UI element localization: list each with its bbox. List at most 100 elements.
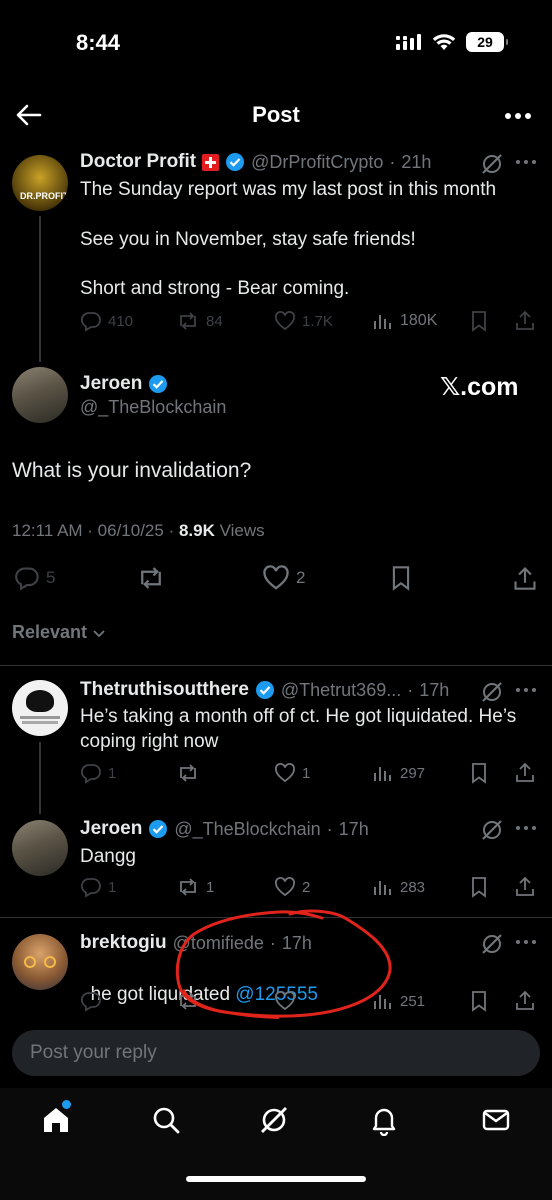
like-button[interactable]: 2 — [262, 564, 305, 592]
verified-badge-icon — [149, 820, 168, 838]
post-timestamp: 12:11 AM · 06/10/25 · — [12, 521, 179, 540]
reply-text: Dangg — [80, 846, 136, 867]
chevron-down-icon — [93, 629, 105, 637]
like-button[interactable]: 1.7K — [274, 310, 333, 332]
repost-icon — [180, 764, 196, 782]
reply-button[interactable]: 410 — [80, 310, 133, 332]
notifications-bell-icon[interactable] — [368, 1104, 400, 1141]
sort-label: Relevant — [12, 622, 88, 642]
sort-dropdown[interactable]: Relevant — [12, 622, 107, 643]
views-icon — [374, 767, 391, 781]
views-count: 180K — [400, 312, 438, 329]
bookmark-icon[interactable] — [468, 762, 490, 789]
reply-icon[interactable] — [80, 990, 102, 1017]
author-name[interactable]: Jeroen — [80, 373, 142, 395]
author-handle[interactable]: @Thetrut369... — [281, 680, 401, 701]
post-text-line-1: The Sunday report was my last post in th… — [80, 179, 497, 200]
status-icons: 29 — [396, 32, 508, 52]
post-time: 17h — [338, 818, 369, 839]
reply-icon — [80, 878, 101, 898]
share-icon[interactable] — [514, 309, 536, 336]
post-time: 17h — [419, 679, 450, 700]
share-icon[interactable] — [514, 989, 536, 1016]
like-count: 1 — [302, 764, 311, 782]
views-button[interactable]: 283 — [372, 876, 425, 898]
repost-button[interactable]: 1 — [176, 876, 214, 898]
avatar-thetruthisoutthere[interactable] — [12, 680, 68, 736]
reply-button[interactable]: 5 — [14, 565, 55, 591]
verified-badge-icon — [226, 153, 245, 171]
reply-count: 1 — [108, 764, 117, 782]
views-button[interactable]: 297 — [372, 762, 425, 784]
avatar-doctor-profit[interactable]: DR.PROFIT — [12, 155, 68, 211]
heart-icon — [275, 311, 295, 331]
reply-count: 410 — [108, 312, 134, 330]
verified-badge-icon — [149, 375, 168, 393]
reply-button[interactable]: 1 — [80, 762, 116, 784]
more-options-icon[interactable] — [514, 818, 538, 843]
views-count: 297 — [400, 764, 426, 782]
main-post-text: What is your invalidation? — [12, 459, 252, 482]
share-icon[interactable] — [514, 761, 536, 788]
thread-line — [39, 742, 41, 814]
bookmark-icon[interactable] — [468, 310, 490, 337]
author-name[interactable]: Doctor Profit — [80, 151, 196, 173]
wifi-icon — [432, 34, 456, 50]
like-count: 1.7K — [302, 312, 333, 330]
grok-icon[interactable] — [480, 932, 504, 961]
like-button[interactable]: 1 — [274, 762, 310, 784]
repost-icon[interactable] — [136, 564, 166, 597]
avatar-jeroen[interactable] — [12, 820, 68, 876]
avatar-jeroen[interactable] — [12, 367, 68, 423]
thread-line — [39, 216, 41, 362]
reply-count: 1 — [108, 878, 117, 896]
author-handle[interactable]: @_TheBlockchain — [80, 397, 226, 418]
battery-indicator: 29 — [466, 32, 508, 52]
repost-button[interactable]: 84 — [176, 310, 223, 332]
grok-icon[interactable] — [480, 818, 504, 847]
share-icon[interactable] — [514, 875, 536, 902]
search-icon[interactable] — [150, 1104, 182, 1141]
bookmark-icon[interactable] — [468, 990, 490, 1017]
like-button[interactable]: 2 — [274, 876, 310, 898]
heart-icon — [263, 565, 289, 590]
reply-icon — [80, 764, 101, 784]
post-text-line-3: Short and strong - Bear coming. — [80, 278, 350, 299]
repost-count: 84 — [206, 312, 223, 330]
reply-button[interactable]: 1 — [80, 876, 116, 898]
author-handle[interactable]: @_TheBlockchain — [174, 819, 320, 840]
heart-icon — [275, 763, 295, 783]
post-time: 21h — [401, 151, 432, 172]
views-button[interactable]: 180K — [372, 310, 437, 332]
watermark: 𝕏.com — [440, 373, 519, 401]
share-icon[interactable] — [512, 564, 538, 597]
red-annotation-scribble — [175, 909, 392, 1019]
home-indicator — [186, 1176, 366, 1182]
messages-icon[interactable] — [480, 1104, 512, 1141]
reply-input-placeholder: Post your reply — [30, 1042, 157, 1063]
reply-text: He’s taking a month off of ct. He got li… — [80, 706, 517, 752]
repost-button[interactable] — [176, 762, 206, 784]
views-label: Views — [214, 521, 265, 540]
divider — [0, 665, 552, 666]
bookmark-icon[interactable] — [468, 876, 490, 903]
author-handle[interactable]: @DrProfitCrypto — [251, 152, 383, 173]
verified-badge-icon — [255, 681, 274, 699]
more-options-icon[interactable] — [514, 680, 538, 705]
home-icon[interactable] — [40, 1100, 72, 1141]
status-time: 8:44 — [76, 30, 121, 55]
more-options-icon[interactable] — [514, 932, 538, 957]
views-count: 283 — [400, 878, 426, 896]
reply-icon — [80, 312, 101, 332]
more-options-icon[interactable] — [514, 152, 538, 177]
like-count: 2 — [296, 568, 306, 587]
avatar-brektogiu[interactable] — [12, 934, 68, 990]
author-name[interactable]: Thetruthisoutthere — [80, 679, 249, 701]
author-name[interactable]: brektogiu — [80, 932, 167, 954]
bookmark-icon[interactable] — [388, 564, 414, 597]
author-name[interactable]: Jeroen — [80, 818, 142, 840]
reply-count: 5 — [46, 568, 56, 587]
grok-icon[interactable] — [258, 1104, 290, 1141]
swiss-flag-icon — [202, 153, 220, 171]
more-options-icon[interactable] — [504, 104, 532, 133]
